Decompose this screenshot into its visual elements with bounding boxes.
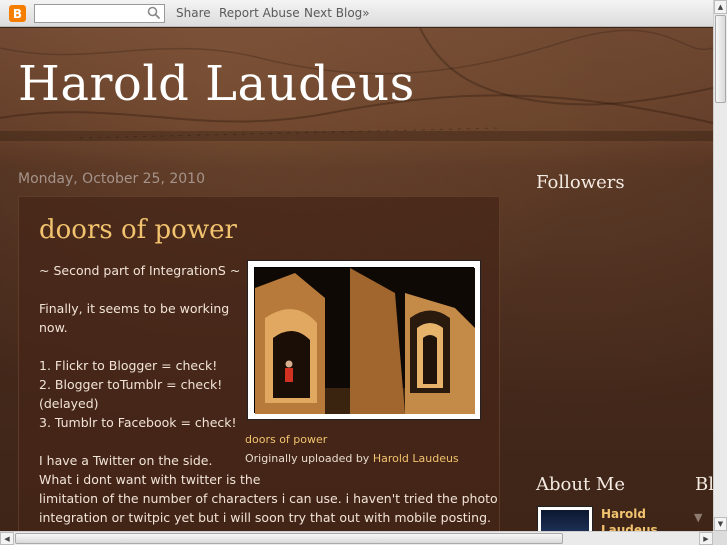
vertical-scroll-thumb[interactable] [715,15,726,103]
share-link[interactable]: Share [176,6,211,20]
post-line: integration or twitpic yet but i will so… [39,510,491,525]
uploader-link[interactable]: Harold Laudeus [373,452,459,465]
vertical-scrollbar[interactable]: ▲ ▼ [713,0,727,531]
scroll-up-icon[interactable]: ▲ [714,0,727,14]
followers-title: Followers [536,172,625,193]
scroll-left-icon[interactable]: ◀ [0,532,14,545]
post-card: doors of power ~ Second part of Integrat… [18,196,500,531]
blog-title[interactable]: Harold Laudeus [18,56,415,112]
post-line: limitation of the number of characters i… [39,491,498,506]
scroll-right-icon[interactable]: ▶ [699,532,713,545]
report-abuse-link[interactable]: Report Abuse [219,6,300,20]
photo-image[interactable] [255,268,475,414]
page-background: Harold Laudeus Monday, October 25, 2010 … [0,28,713,531]
uploaded-by-label: Originally uploaded by [245,452,373,465]
next-blog-link[interactable]: Next Blog» [304,6,370,20]
about-me-title: About Me [536,474,625,495]
triangle-down-icon[interactable]: ▼ [694,511,702,524]
photo-link[interactable]: doors of power [245,430,459,449]
photo-caption: doors of power Originally uploaded by Ha… [245,430,459,468]
horizontal-scroll-thumb[interactable] [15,533,563,544]
blogger-navbar: B Share Report Abuse Next Blog» [0,0,713,27]
post-date: Monday, October 25, 2010 [18,171,205,187]
scroll-down-icon[interactable]: ▼ [714,517,727,531]
post-photo[interactable] [247,260,481,420]
post-line: What i dont want with twitter is the [39,472,261,487]
search-box[interactable] [34,4,165,25]
blogger-logo-icon[interactable]: B [9,5,26,22]
horizontal-scrollbar[interactable]: ◀ ▶ [0,531,713,545]
scrollbar-corner [713,531,727,545]
search-icon[interactable] [147,6,161,20]
search-input[interactable] [35,8,145,25]
post-title[interactable]: doors of power [39,215,237,245]
blog-archive-title: Bl [695,474,713,495]
